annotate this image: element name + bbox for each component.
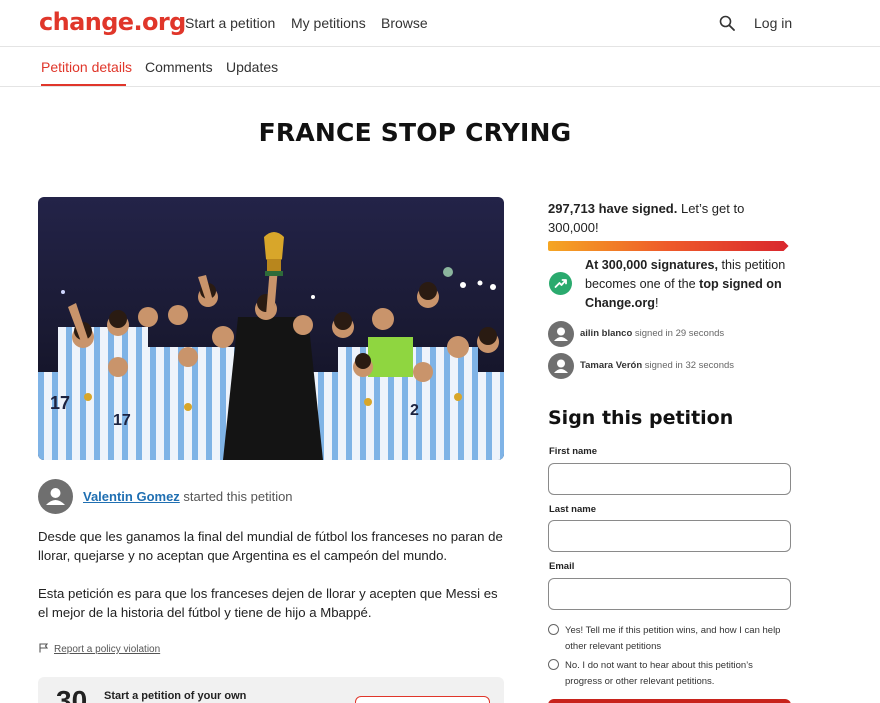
signature-count: 297,713 have signed. Let’s get to 300,00… [548, 199, 788, 237]
login-link[interactable]: Log in [754, 15, 792, 31]
petition-tabs: Petition details Comments Updates [0, 47, 880, 87]
user-avatar-icon [548, 321, 574, 347]
user-avatar-icon [548, 353, 574, 379]
nav-start-petition[interactable]: Start a petition [185, 15, 275, 31]
milestone-text-2: ! [654, 296, 659, 310]
petition-description-paragraph-1: Desde que les ganamos la final del mundi… [38, 529, 503, 563]
petition-title: FRANCE STOP CRYING [258, 118, 572, 147]
last-name-label: Last name [549, 504, 596, 515]
report-link-text[interactable]: Report a policy violation [54, 644, 160, 655]
starter-suffix: started this petition [179, 489, 293, 504]
opt-out-radio[interactable] [548, 659, 559, 670]
recent-signer-time: signed in 32 seconds [642, 360, 735, 371]
milestone-message: At 300,000 signatures, this petition bec… [585, 256, 790, 313]
signature-count-number: 297,713 have signed. [548, 201, 678, 216]
recent-signer-name: Tamara Verón [580, 360, 643, 371]
progress-fill [548, 241, 789, 251]
recent-signer-time: signed in 29 seconds [632, 328, 725, 339]
petition-image: 17 17 2 [38, 197, 504, 460]
trending-up-icon [549, 272, 572, 295]
tab-comments[interactable]: Comments [145, 59, 213, 75]
search-icon[interactable] [719, 15, 735, 31]
milestone-bold-1: At 300,000 signatures, [585, 258, 718, 272]
first-name-label: First name [549, 446, 598, 457]
svg-text:17: 17 [50, 393, 70, 413]
recent-signer-text: Tamara Verón signed in 32 seconds [580, 360, 734, 371]
first-name-field[interactable] [548, 463, 791, 495]
start-petition-button[interactable] [355, 696, 490, 703]
signature-progress-bar [548, 241, 789, 251]
change-org-logo[interactable]: change.org [39, 8, 186, 36]
starter-name-link[interactable]: Valentin Gomez [83, 489, 180, 504]
start-card-text: Start a petition of your own [104, 690, 247, 702]
starter-avatar-icon [38, 479, 73, 514]
recent-signer: Tamara Verón signed in 32 seconds [548, 353, 788, 379]
svg-text:17: 17 [113, 412, 131, 429]
start-petition-card: 30 Start a petition of your own [38, 677, 504, 703]
email-field[interactable] [548, 578, 791, 610]
nav-browse[interactable]: Browse [381, 15, 428, 31]
last-name-field[interactable] [548, 520, 791, 552]
sign-petition-button[interactable] [548, 699, 791, 703]
tab-petition-details[interactable]: Petition details [41, 59, 132, 75]
recent-signer-text: ailin blanco signed in 29 seconds [580, 328, 724, 339]
active-tab-indicator [41, 84, 126, 86]
petition-starter: Valentin Gomez started this petition [83, 489, 293, 504]
opt-in-label: Yes! Tell me if this petition wins, and … [565, 625, 781, 652]
nav-my-petitions[interactable]: My petitions [291, 15, 366, 31]
sign-petition-heading: Sign this petition [548, 407, 734, 429]
recent-signer-name: ailin blanco [580, 328, 633, 339]
flag-icon [39, 643, 49, 653]
recent-signer: ailin blanco signed in 29 seconds [548, 321, 788, 347]
svg-text:2: 2 [410, 402, 419, 419]
email-label: Email [549, 561, 575, 572]
opt-in-radio[interactable] [548, 624, 559, 635]
opt-out-label: No. I do not want to hear about this pet… [565, 660, 753, 687]
report-policy-violation[interactable]: Report a policy violation [39, 643, 160, 655]
petition-description-paragraph-2: Esta petición es para que los franceses … [38, 586, 498, 620]
tab-updates[interactable]: Updates [226, 59, 278, 75]
top-navigation: change.org Start a petition My petitions… [0, 0, 880, 47]
start-card-number: 30 [56, 685, 88, 703]
